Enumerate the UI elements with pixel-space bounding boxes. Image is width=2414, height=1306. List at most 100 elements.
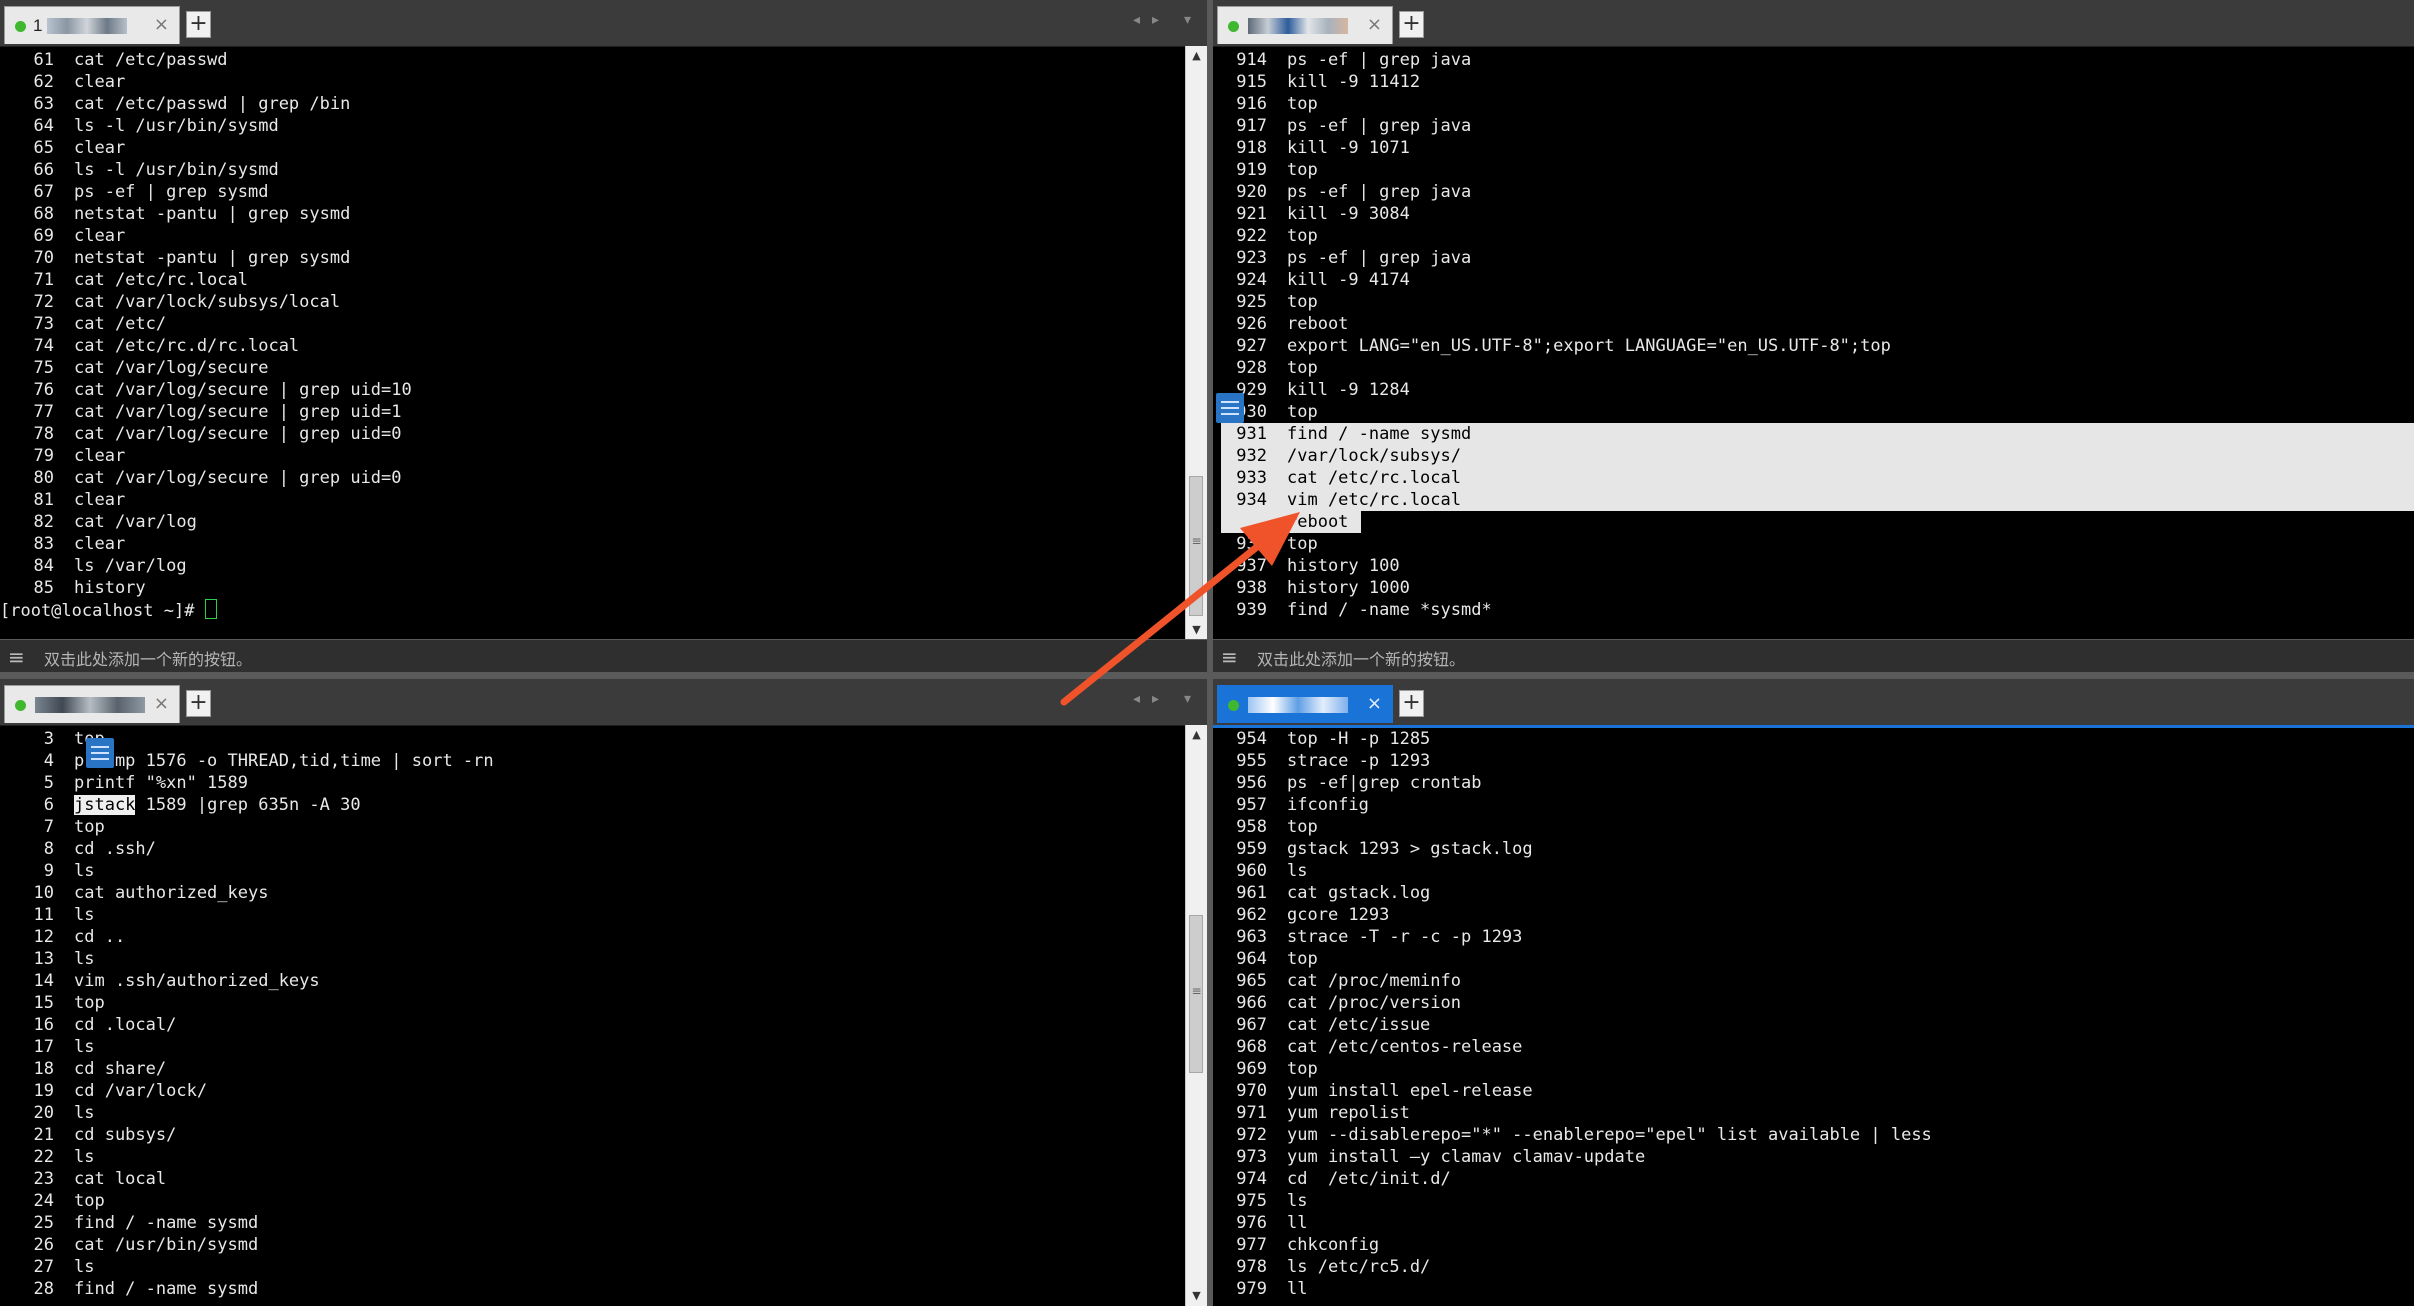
scroll-up-icon[interactable]: ▲ — [1186, 46, 1207, 66]
terminal-pane-top-right[interactable]: × + 914 ps -ef | grep java 915 kill -9 1141… — [1213, 0, 2414, 672]
terminal-pane-bottom-left[interactable]: × + ◂ ▸ ▾ 3top4ps -mp 1576 -o THREAD,tid… — [0, 679, 1207, 1306]
history-line: 62 clear — [0, 71, 1185, 93]
connected-status-icon — [15, 21, 26, 32]
add-tab-button[interactable]: + — [1399, 11, 1424, 38]
tab-bar: × + ◂ ▸ ▾ — [0, 679, 1207, 726]
history-line: 921 kill -9 3084 — [1213, 203, 2392, 225]
button-bar-menu-icon[interactable]: ≡ — [8, 645, 25, 669]
scroll-tabs-right-icon[interactable]: ▸ — [1152, 691, 1159, 707]
history-line: 13 ls — [0, 948, 1185, 970]
history-line-number: 80 — [33, 468, 54, 488]
history-line: 11 ls — [0, 904, 1185, 926]
history-command: cat authorized_keys — [74, 883, 269, 903]
history-line-number: 926 — [1236, 314, 1267, 334]
history-line-number: 918 — [1236, 138, 1267, 158]
close-tab-icon[interactable]: × — [154, 14, 169, 35]
terminal-output[interactable]: 914 ps -ef | grep java 915 kill -9 11412 916… — [1213, 49, 2414, 621]
button-bar[interactable]: ≡ 双击此处添加一个新的按钮。 — [1213, 639, 2414, 672]
close-tab-icon[interactable]: × — [1367, 14, 1382, 35]
vertical-scrollbar[interactable]: ▲ ≡ ▼ — [1185, 725, 1207, 1306]
history-line-number: 968 — [1236, 1037, 1267, 1057]
terminal-output[interactable]: 61 cat /etc/passwd 62 clear 63 cat /etc/passw… — [0, 49, 1185, 621]
history-line: 966 cat /proc/version — [1213, 992, 2392, 1014]
session-tab[interactable]: 1 × — [4, 6, 180, 44]
quick-command-icon[interactable] — [86, 738, 114, 768]
history-line-number: 923 — [1236, 248, 1267, 268]
history-command: top — [1287, 160, 1318, 180]
history-line-number: 933 — [1236, 468, 1267, 488]
history-command: cat /etc/issue — [1287, 1015, 1431, 1035]
history-line-number: 84 — [33, 556, 54, 576]
history-line-number: 24 — [33, 1191, 54, 1211]
history-command: kill -9 3084 — [1287, 204, 1410, 224]
history-command: yum install epel-release — [1287, 1081, 1533, 1101]
history-line: 954 top -H -p 1285 — [1213, 728, 2392, 750]
quick-command-icon[interactable] — [1216, 393, 1244, 423]
history-command: cat /etc/centos-release — [1287, 1037, 1523, 1057]
add-tab-button[interactable]: + — [186, 11, 211, 38]
history-command: jstack 1589 |grep 635n -A 30 — [74, 795, 361, 815]
terminal-output[interactable]: 954 top -H -p 1285 955 strace -p 1293 956 ps … — [1213, 728, 2392, 1300]
history-line-number: 967 — [1236, 1015, 1267, 1035]
history-line-number: 77 — [33, 402, 54, 422]
tab-menu-dropdown-icon[interactable]: ▾ — [1184, 691, 1191, 707]
terminal-pane-top-left[interactable]: 1 × + ◂ ▸ ▾ 61 cat /etc/passwd 62 clear 63 ca… — [0, 0, 1207, 672]
history-command: ls -l /usr/bin/sysmd — [74, 160, 279, 180]
scroll-down-icon[interactable]: ▼ — [1186, 620, 1207, 640]
scroll-up-icon[interactable]: ▲ — [1186, 725, 1207, 745]
history-command: ll — [1287, 1213, 1308, 1233]
vertical-scrollbar[interactable]: ▲ ≡ ▼ — [1185, 46, 1207, 640]
history-line: 66 ls -l /usr/bin/sysmd — [0, 159, 1185, 181]
scroll-tabs-left-icon[interactable]: ◂ — [1133, 691, 1140, 707]
history-command: history — [74, 578, 146, 598]
add-tab-button[interactable]: + — [1399, 690, 1424, 717]
history-line: 975 ls — [1213, 1190, 2392, 1212]
history-line: 914 ps -ef | grep java — [1213, 49, 2392, 71]
pane-splitter-vertical[interactable] — [1207, 0, 1213, 1306]
history-command: ls — [74, 905, 95, 925]
history-command: export LANG="en_US.UTF-8";export LANGUAG… — [1287, 336, 1891, 356]
history-line: 920 ps -ef | grep java — [1213, 181, 2392, 203]
history-command: find / -name *sysmd* — [1287, 600, 1492, 620]
history-command: netstat -pantu | grep sysmd — [74, 204, 351, 224]
scroll-tabs-right-icon[interactable]: ▸ — [1152, 12, 1159, 28]
scroll-tabs-left-icon[interactable]: ◂ — [1133, 12, 1140, 28]
tab-menu-dropdown-icon[interactable]: ▾ — [1184, 12, 1191, 28]
history-line: 21 cd subsys/ — [0, 1124, 1185, 1146]
close-tab-icon[interactable]: × — [1367, 693, 1382, 714]
history-line: 969 top — [1213, 1058, 2392, 1080]
terminal-output[interactable]: 3top4ps -mp 1576 -o THREAD,tid,time | so… — [0, 728, 1185, 1300]
history-line: 9 ls — [0, 860, 1185, 882]
history-line-number: 23 — [33, 1169, 54, 1189]
session-tab[interactable]: × — [4, 685, 180, 723]
terminal-pane-bottom-right[interactable]: × + 954 top -H -p 1285 955 strace -p 1293 95… — [1213, 679, 2414, 1306]
history-line-number: 70 — [33, 248, 54, 268]
pane-splitter-horizontal[interactable] — [0, 672, 2414, 679]
connected-status-icon — [1228, 700, 1239, 711]
history-line-number: 977 — [1236, 1235, 1267, 1255]
session-tab-active[interactable]: × — [1217, 685, 1393, 723]
history-line: 7 top — [0, 816, 1185, 838]
close-tab-icon[interactable]: × — [154, 693, 169, 714]
history-line-number: 67 — [33, 182, 54, 202]
history-line: 78 cat /var/log/secure | grep uid=0 — [0, 423, 1185, 445]
session-tab[interactable]: × — [1217, 6, 1393, 44]
button-bar[interactable]: ≡ 双击此处添加一个新的按钮。 — [0, 639, 1207, 672]
shell-prompt-line[interactable]: [root@localhost ~]# — [0, 599, 1185, 621]
history-command: kill -9 11412 — [1287, 72, 1421, 92]
history-command: top — [74, 817, 105, 837]
history-line: 968 cat /etc/centos-release — [1213, 1036, 2392, 1058]
history-line-number: 938 — [1236, 578, 1267, 598]
history-line: 18 cd share/ — [0, 1058, 1185, 1080]
scroll-down-icon[interactable]: ▼ — [1186, 1286, 1207, 1306]
button-bar-menu-icon[interactable]: ≡ — [1221, 645, 1238, 669]
history-command: top — [1287, 817, 1318, 837]
history-line: 977 chkconfig — [1213, 1234, 2392, 1256]
history-line: 929 kill -9 1284 — [1213, 379, 2392, 401]
history-line: 923 ps -ef | grep java — [1213, 247, 2392, 269]
add-tab-button[interactable]: + — [186, 690, 211, 717]
history-command: ls — [1287, 1191, 1308, 1211]
history-line: 918 kill -9 1071 — [1213, 137, 2392, 159]
history-line-number: 13 — [33, 949, 54, 969]
history-command: cat /etc/ — [74, 314, 167, 334]
